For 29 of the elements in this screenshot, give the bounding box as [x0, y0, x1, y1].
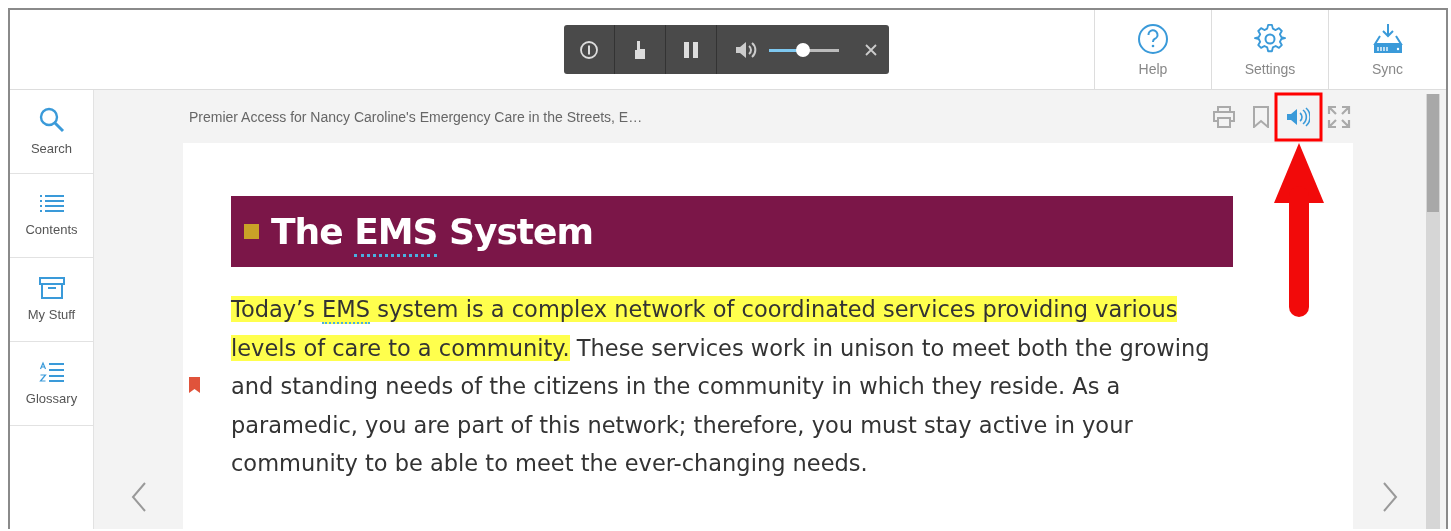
- fullscreen-button[interactable]: [1325, 104, 1353, 129]
- search-icon: [38, 107, 65, 133]
- info-icon: [579, 39, 599, 60]
- read-aloud-button[interactable]: [1284, 106, 1312, 127]
- previous-page-button[interactable]: [130, 482, 147, 512]
- help-icon: [1137, 22, 1169, 55]
- settings-icon: [1254, 22, 1286, 55]
- section-heading: The EMS System: [231, 196, 1233, 267]
- archive-box-icon: [38, 277, 65, 299]
- scrollbar[interactable]: [1426, 94, 1440, 529]
- body-paragraph: Today’s EMS system is a complex network of coordinated services providing various levels of care to a community. These services work in unison to meet both the growing and standing needs of the citizens in the community in which they reside. As a paramedic, you are part of this network; therefore, you must stay active in your community to be able to meet the ever-changing needs.: [231, 290, 1231, 483]
- printer-icon: [1212, 105, 1236, 128]
- sort-list-icon: [38, 361, 65, 383]
- expand-icon: [1327, 104, 1351, 129]
- download-tray-icon: [1371, 22, 1404, 55]
- book-title: Premier Access for Nancy Caroline's Emergency Care in the Streets, E…: [188, 108, 643, 125]
- volume-icon: [735, 40, 759, 59]
- volume-slider[interactable]: [769, 42, 839, 57]
- bookmark-button[interactable]: [1251, 105, 1271, 128]
- pointing-hand-icon: [633, 39, 647, 60]
- highlight-box: [1274, 92, 1323, 142]
- print-button[interactable]: [1210, 105, 1238, 128]
- list-icon: [38, 194, 65, 214]
- speaker-icon: [1286, 106, 1310, 127]
- volume-thumb[interactable]: [795, 42, 810, 57]
- bookmark-icon: [1253, 105, 1269, 128]
- close-button[interactable]: [865, 43, 877, 56]
- pause-icon: [683, 41, 699, 58]
- next-page-button[interactable]: [1381, 482, 1398, 512]
